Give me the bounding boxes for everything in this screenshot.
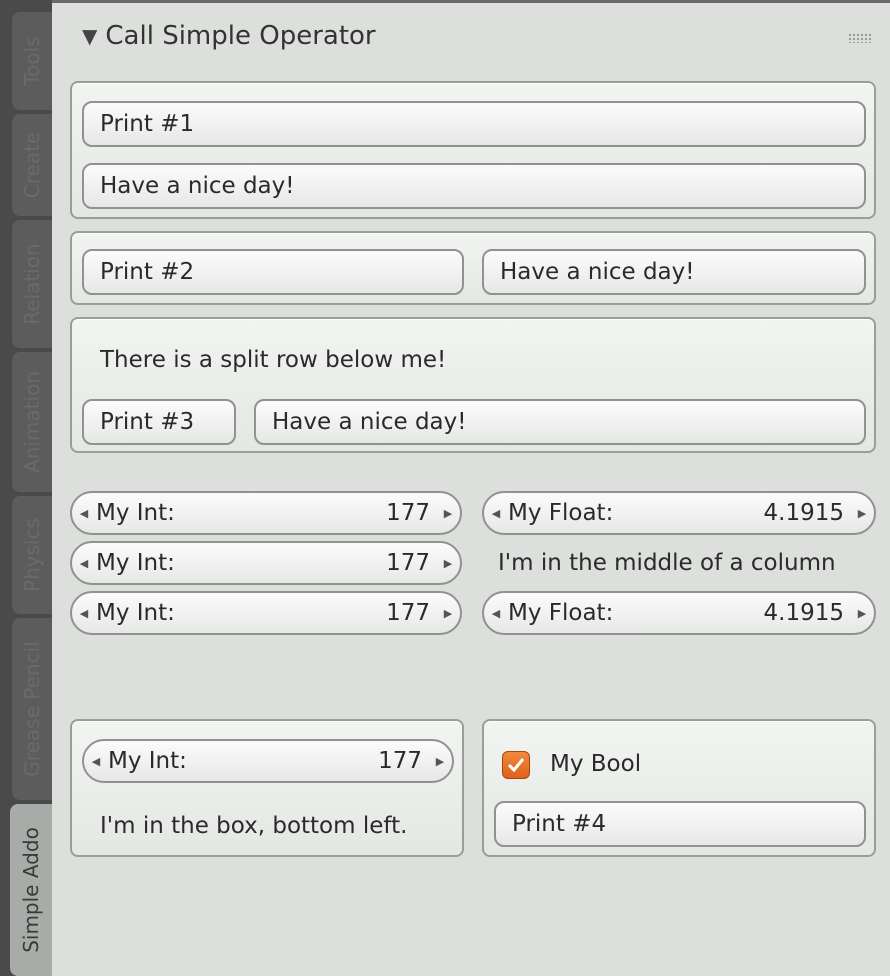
- increment-arrow-icon[interactable]: ▶: [436, 607, 460, 620]
- box-bottom-right: My Bool Print #4: [482, 719, 876, 857]
- tab-simple-addon[interactable]: Simple Addo: [10, 804, 52, 976]
- increment-arrow-icon[interactable]: ▶: [850, 507, 874, 520]
- tab-strip: Tools Create Relation Animation Physics …: [0, 0, 52, 976]
- panel-header[interactable]: ▼ Call Simple Operator: [82, 21, 376, 51]
- tab-physics[interactable]: Physics: [12, 496, 52, 614]
- increment-arrow-icon[interactable]: ▶: [850, 607, 874, 620]
- tab-animation[interactable]: Animation: [12, 352, 52, 492]
- my-bool-label[interactable]: My Bool: [550, 751, 641, 777]
- box-bottom-left: ◀ My Int: 177 ▶ I'm in the box, bottom l…: [70, 719, 464, 857]
- print-2-button[interactable]: Print #2: [82, 249, 464, 295]
- checkmark-icon: [507, 758, 525, 773]
- panel-title: Call Simple Operator: [105, 21, 376, 51]
- increment-arrow-icon[interactable]: ▶: [428, 755, 452, 768]
- print-4-button[interactable]: Print #4: [494, 801, 866, 847]
- my-bool-checkbox[interactable]: [502, 751, 530, 779]
- have-nice-day-button-2[interactable]: Have a nice day!: [482, 249, 866, 295]
- my-int-field-3[interactable]: ◀ My Int: 177 ▶: [70, 591, 462, 635]
- box-1: Print #1 Have a nice day!: [70, 81, 876, 219]
- tab-tools[interactable]: Tools: [12, 12, 52, 110]
- increment-arrow-icon[interactable]: ▶: [436, 557, 460, 570]
- decrement-arrow-icon[interactable]: ◀: [72, 607, 96, 620]
- my-float-field-1[interactable]: ◀ My Float: 4.1915 ▶: [482, 491, 876, 535]
- tab-create[interactable]: Create: [12, 114, 52, 216]
- decrement-arrow-icon[interactable]: ◀: [72, 507, 96, 520]
- box-2: Print #2 Have a nice day!: [70, 231, 876, 305]
- drag-grip-icon[interactable]: [848, 33, 872, 43]
- decrement-arrow-icon[interactable]: ◀: [84, 755, 108, 768]
- split-row-note: There is a split row below me!: [100, 347, 447, 373]
- decrement-arrow-icon[interactable]: ◀: [484, 607, 508, 620]
- print-3-button[interactable]: Print #3: [82, 399, 236, 445]
- have-nice-day-button-3[interactable]: Have a nice day!: [254, 399, 866, 445]
- tab-grease-pencil[interactable]: Grease Pencil: [12, 618, 52, 800]
- decrement-arrow-icon[interactable]: ◀: [484, 507, 508, 520]
- tab-relation[interactable]: Relation: [12, 220, 52, 348]
- have-nice-day-button-1[interactable]: Have a nice day!: [82, 163, 866, 209]
- my-float-field-2[interactable]: ◀ My Float: 4.1915 ▶: [482, 591, 876, 635]
- my-int-field-1[interactable]: ◀ My Int: 177 ▶: [70, 491, 462, 535]
- box-3: There is a split row below me! Print #3 …: [70, 317, 876, 453]
- decrement-arrow-icon[interactable]: ◀: [72, 557, 96, 570]
- collapse-triangle-icon: ▼: [82, 24, 98, 48]
- box-bottom-left-note: I'm in the box, bottom left.: [100, 813, 408, 839]
- my-int-field-4[interactable]: ◀ My Int: 177 ▶: [82, 739, 454, 783]
- middle-column-text: I'm in the middle of a column: [498, 550, 836, 576]
- print-1-button[interactable]: Print #1: [82, 101, 866, 147]
- properties-panel: ▼ Call Simple Operator Print #1 Have a n…: [52, 0, 890, 976]
- my-int-field-2[interactable]: ◀ My Int: 177 ▶: [70, 541, 462, 585]
- increment-arrow-icon[interactable]: ▶: [436, 507, 460, 520]
